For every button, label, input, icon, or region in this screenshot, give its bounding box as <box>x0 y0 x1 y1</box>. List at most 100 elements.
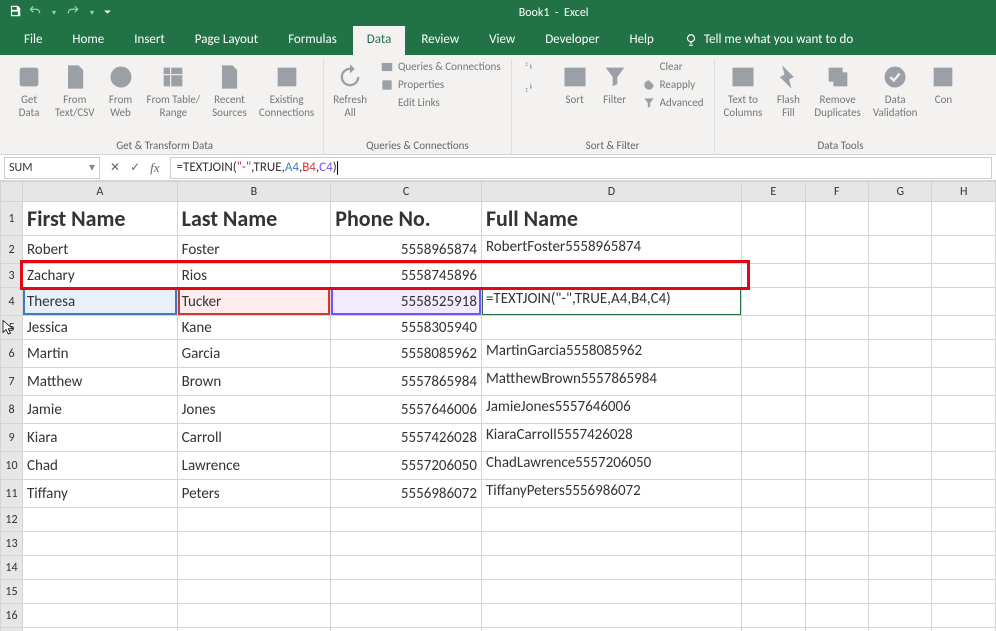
cell-A1[interactable]: First Name <box>22 202 177 236</box>
cell-B1[interactable]: Last Name <box>177 202 331 236</box>
cell-D13[interactable] <box>481 532 741 556</box>
cell-D14[interactable] <box>481 556 741 580</box>
row-header-17[interactable]: 17 <box>1 628 23 631</box>
col-header-H[interactable]: H <box>932 182 996 202</box>
cell-G4[interactable] <box>869 288 932 316</box>
tab-developer[interactable]: Developer <box>531 26 613 55</box>
sort-button[interactable]: Sort <box>558 59 592 111</box>
cell-B2[interactable]: Foster <box>177 236 331 264</box>
cell-C4[interactable]: 5558525918 <box>331 288 482 316</box>
cell-F14[interactable] <box>805 556 868 580</box>
cell-H13[interactable] <box>932 532 996 556</box>
cell-E10[interactable] <box>742 452 805 480</box>
existing-connections-button[interactable]: Existing Connections <box>256 59 317 123</box>
cell-E3[interactable] <box>742 264 805 288</box>
cell-H2[interactable] <box>932 236 996 264</box>
cell-E9[interactable] <box>742 424 805 452</box>
cell-E11[interactable] <box>742 480 805 508</box>
cell-G6[interactable] <box>869 340 932 368</box>
cell-G2[interactable] <box>869 236 932 264</box>
cell-G7[interactable] <box>869 368 932 396</box>
cell-D1[interactable]: Full Name <box>481 202 741 236</box>
cell-E8[interactable] <box>742 396 805 424</box>
undo-dropdown-icon[interactable]: ▾ <box>52 8 56 18</box>
row-header-1[interactable]: 1 <box>1 202 23 236</box>
tab-data[interactable]: Data <box>353 26 406 55</box>
cell-A10[interactable]: Chad <box>22 452 177 480</box>
cell-D17[interactable] <box>481 628 741 631</box>
tab-file[interactable]: File <box>10 26 56 55</box>
cell-A3[interactable]: Zachary <box>22 264 177 288</box>
cell-F9[interactable] <box>805 424 868 452</box>
cell-D2[interactable]: RobertFoster5558965874 <box>481 236 741 264</box>
cell-B10[interactable]: Lawrence <box>177 452 331 480</box>
recent-sources-button[interactable]: Recent Sources <box>209 59 250 123</box>
cell-C11[interactable]: 5556986072 <box>331 480 482 508</box>
col-header-C[interactable]: C <box>331 182 482 202</box>
cell-E15[interactable] <box>742 580 805 604</box>
col-header-E[interactable]: E <box>742 182 805 202</box>
cell-B16[interactable] <box>177 604 331 628</box>
cell-B6[interactable]: Garcia <box>177 340 331 368</box>
cell-D15[interactable] <box>481 580 741 604</box>
cell-C14[interactable] <box>331 556 482 580</box>
row-header-3[interactable]: 3 <box>1 264 23 288</box>
cell-B15[interactable] <box>177 580 331 604</box>
cell-F17[interactable] <box>805 628 868 631</box>
cell-F8[interactable] <box>805 396 868 424</box>
cell-B9[interactable]: Carroll <box>177 424 331 452</box>
reapply-filter-button[interactable]: Reapply <box>638 77 708 93</box>
cell-A5[interactable]: Jessica <box>22 316 177 340</box>
edit-links-button[interactable]: Edit Links <box>376 95 505 111</box>
cell-C7[interactable]: 5557865984 <box>331 368 482 396</box>
cell-B5[interactable]: Kane <box>177 316 331 340</box>
cell-F2[interactable] <box>805 236 868 264</box>
col-header-D[interactable]: D <box>481 182 741 202</box>
cell-C13[interactable] <box>331 532 482 556</box>
tell-me-search[interactable]: Tell me what you want to do <box>670 26 867 55</box>
cell-D16[interactable] <box>481 604 741 628</box>
row-header-8[interactable]: 8 <box>1 396 23 424</box>
cell-B3[interactable]: Rios <box>177 264 331 288</box>
cell-E1[interactable] <box>742 202 805 236</box>
cell-F6[interactable] <box>805 340 868 368</box>
get-data-button[interactable]: Get Data <box>12 59 46 123</box>
row-header-9[interactable]: 9 <box>1 424 23 452</box>
cell-D8[interactable]: JamieJones5557646006 <box>481 396 741 424</box>
tab-view[interactable]: View <box>475 26 529 55</box>
tab-page-layout[interactable]: Page Layout <box>181 26 272 55</box>
undo-icon[interactable] <box>28 4 42 22</box>
cell-F1[interactable] <box>805 202 868 236</box>
cell-E14[interactable] <box>742 556 805 580</box>
cell-D7[interactable]: MatthewBrown5557865984 <box>481 368 741 396</box>
cell-C17[interactable] <box>331 628 482 631</box>
cell-F12[interactable] <box>805 508 868 532</box>
row-header-12[interactable]: 12 <box>1 508 23 532</box>
cell-A12[interactable] <box>22 508 177 532</box>
row-header-7[interactable]: 7 <box>1 368 23 396</box>
cell-H17[interactable] <box>932 628 996 631</box>
cell-A2[interactable]: Robert <box>22 236 177 264</box>
cell-G5[interactable] <box>869 316 932 340</box>
cell-E2[interactable] <box>742 236 805 264</box>
sort-asc-button[interactable] <box>518 59 552 75</box>
cell-C16[interactable] <box>331 604 482 628</box>
cell-G8[interactable] <box>869 396 932 424</box>
row-header-4[interactable]: 4 <box>1 288 23 316</box>
cell-F3[interactable] <box>805 264 868 288</box>
cell-H14[interactable] <box>932 556 996 580</box>
cell-G9[interactable] <box>869 424 932 452</box>
cell-E6[interactable] <box>742 340 805 368</box>
data-validation-button[interactable]: Data Validation <box>870 59 921 123</box>
col-header-F[interactable]: F <box>805 182 868 202</box>
cell-G16[interactable] <box>869 604 932 628</box>
cell-H8[interactable] <box>932 396 996 424</box>
cell-A7[interactable]: Matthew <box>22 368 177 396</box>
cell-H3[interactable] <box>932 264 996 288</box>
enter-formula-icon[interactable]: ✓ <box>130 160 140 175</box>
cell-H1[interactable] <box>932 202 996 236</box>
cell-D3[interactable] <box>481 264 741 288</box>
col-header-B[interactable]: B <box>177 182 331 202</box>
cell-F4[interactable] <box>805 288 868 316</box>
cell-D9[interactable]: KiaraCarroll5557426028 <box>481 424 741 452</box>
